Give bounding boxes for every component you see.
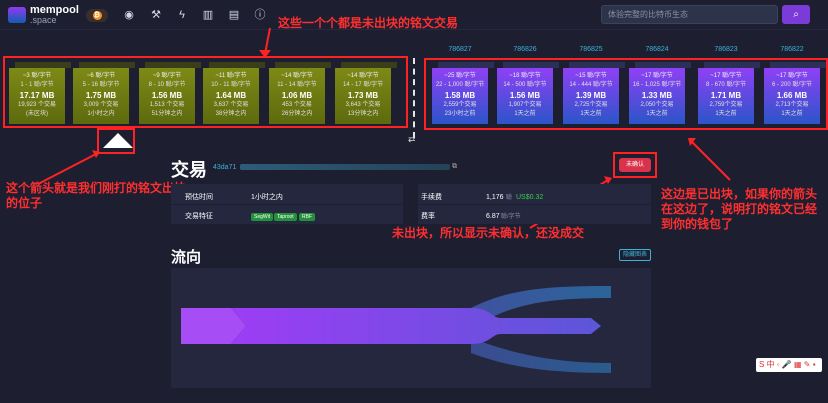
annotation-top: 这些一个个都是未出块的铭文交易 <box>278 16 459 30</box>
search-input[interactable]: 体验完整的比特币生态 <box>601 5 778 24</box>
ime-tray[interactable]: S 中 ◦ 🎤 ▦ ✎ ▪ <box>756 358 822 372</box>
txid[interactable]: 43da71 <box>213 164 236 171</box>
block-height[interactable]: 786823 <box>698 46 754 53</box>
feature-taproot: Taproot <box>274 213 297 221</box>
feature-rbf: RBF <box>299 213 315 221</box>
dashboard-icon[interactable]: ◉ <box>123 9 135 21</box>
page-title: 交易 <box>171 160 207 180</box>
lightning-icon[interactable]: ϟ <box>176 9 188 21</box>
arrow-middle-head <box>604 176 612 184</box>
fee-sats: 1,176 <box>486 194 504 201</box>
block-height[interactable]: 786825 <box>563 46 619 53</box>
logo-name: mempool <box>30 4 79 16</box>
annotation-left: 这个箭头就是我们刚打的铭文出块 的位子 <box>6 181 187 210</box>
chart-icon[interactable]: ▥ <box>202 9 214 21</box>
annotation-box-mined <box>424 58 828 130</box>
features-label: 交易特征 <box>185 213 213 220</box>
copy-icon[interactable]: ⧉ <box>452 163 457 171</box>
hammer-icon[interactable]: ⚒ <box>150 9 162 21</box>
rate-unit: 聪/字节 <box>501 214 521 220</box>
annotation-box-pending <box>3 56 408 128</box>
mempool-logo-icon <box>8 7 26 23</box>
fee-label: 手续费 <box>421 194 442 201</box>
search-button[interactable]: ⌕ <box>782 5 810 24</box>
rate-label: 费率 <box>421 213 435 220</box>
block-height[interactable]: 786824 <box>629 46 685 53</box>
block-height[interactable]: 786826 <box>497 46 553 53</box>
mempool-logo[interactable]: mempool .space <box>8 3 80 27</box>
rate-value: 6.87 <box>486 213 500 220</box>
flow-sankey <box>181 286 611 373</box>
arrow-left <box>39 153 97 184</box>
mempool-divider <box>413 58 415 138</box>
feature-segwit: SegWit <box>251 213 274 221</box>
flow-diagram <box>171 268 651 388</box>
flow-title: 流向 <box>171 249 202 266</box>
block-height[interactable]: 786822 <box>764 46 820 53</box>
info-icon[interactable]: ⓘ <box>254 9 266 21</box>
annotation-right: 这边是已出块，如果你的箭头在这边了，说明打的铭文已经到你的钱包了 <box>661 187 818 231</box>
block-height[interactable]: 786827 <box>432 46 488 53</box>
eta-value: 1小时之内 <box>251 194 283 201</box>
current-tx-position-arrow <box>103 133 133 148</box>
bitcoin-icon: ₿ <box>92 11 102 20</box>
annotation-middle: 未出块，所以显示未确认，还没成交 <box>392 226 585 240</box>
network-selector[interactable]: ₿ <box>86 9 108 22</box>
flow-output-other <box>471 338 611 373</box>
status-badge: 未确认 <box>619 158 651 172</box>
fee-usd: US$0.32 <box>516 194 544 201</box>
eta-label: 预估时间 <box>185 194 213 201</box>
flow-main <box>231 308 601 344</box>
docs-icon[interactable]: ▤ <box>228 9 240 21</box>
txid-redacted <box>240 164 450 170</box>
search-icon: ⌕ <box>793 9 799 20</box>
swap-icon[interactable]: ⇄ <box>408 134 416 145</box>
logo-sub: .space <box>30 15 57 25</box>
hide-chart-button[interactable]: 隐藏图表 <box>619 249 651 261</box>
fee-unit: 聪 <box>506 195 513 201</box>
